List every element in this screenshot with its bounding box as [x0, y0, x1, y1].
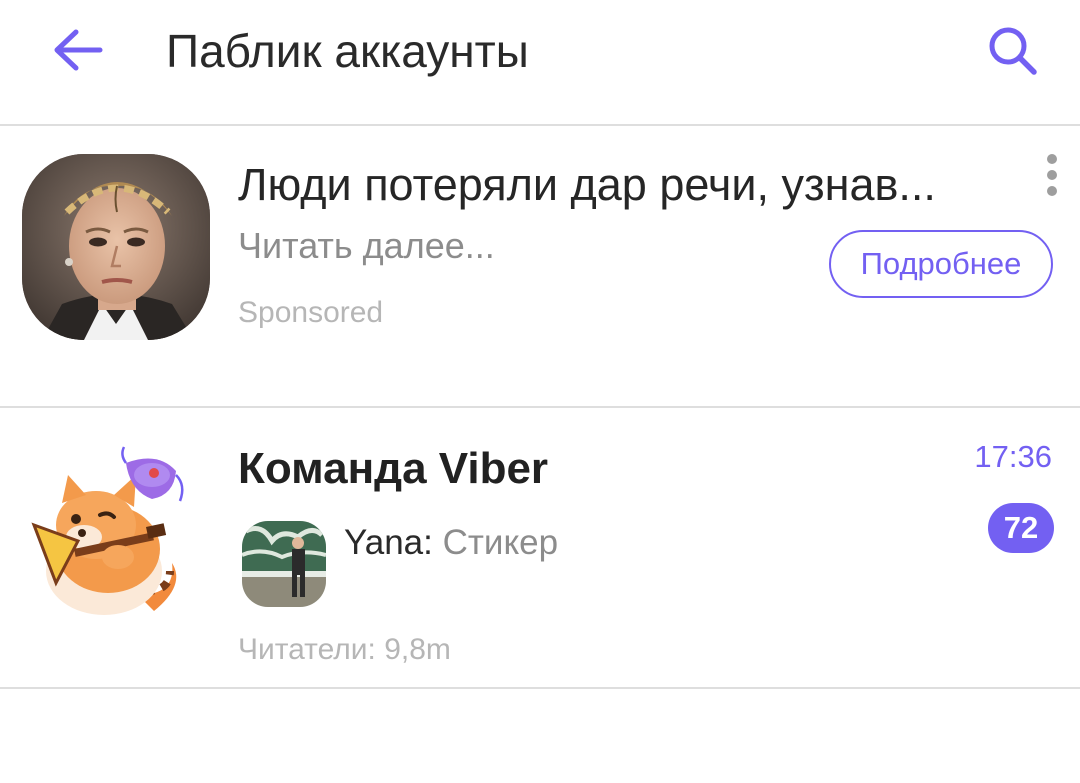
search-icon: [989, 27, 1037, 75]
ad-divider: [0, 406, 1080, 408]
message-text: Стикер: [442, 523, 559, 562]
arrow-left-icon: [54, 29, 103, 71]
more-details-button[interactable]: Подробнее: [829, 230, 1053, 298]
back-button[interactable]: [44, 20, 112, 80]
read-more-link[interactable]: Читать далее...: [238, 224, 495, 268]
sponsored-ad-item[interactable]: Люди потеряли дар речи, узнав... Читать …: [0, 126, 1080, 406]
more-vertical-icon: [1047, 154, 1057, 164]
chat-divider: [0, 687, 1080, 689]
ad-image: [22, 154, 210, 340]
sponsored-label: Sponsored: [238, 296, 384, 329]
chat-name: Команда Viber: [238, 444, 549, 493]
chat-list-item[interactable]: Команда Viber 17:36 72 Yana: Стикер Чита…: [0, 409, 1080, 687]
ad-options-button[interactable]: [1034, 152, 1070, 198]
more-vertical-icon-dot: [1047, 170, 1057, 180]
search-button[interactable]: [980, 18, 1046, 84]
more-vertical-icon-dot: [1047, 186, 1057, 196]
page-title: Паблик аккаунты: [166, 25, 529, 77]
message-time: 17:36: [974, 439, 1052, 474]
public-accounts-screen: Паблик аккаунты Люди потеряли дар речи, …: [0, 0, 1080, 783]
last-message-preview: Yana: Стикер: [344, 521, 558, 565]
unread-count-badge: 72: [988, 503, 1054, 553]
sender-name: Yana:: [344, 523, 433, 562]
sender-avatar: [242, 521, 326, 607]
readers-count: Читатели: 9,8m: [238, 633, 451, 666]
ad-headline: Люди потеряли дар речи, узнав...: [238, 159, 936, 210]
viber-sticker-avatar: [26, 445, 202, 621]
top-app-bar: Паблик аккаунты: [0, 0, 1080, 124]
